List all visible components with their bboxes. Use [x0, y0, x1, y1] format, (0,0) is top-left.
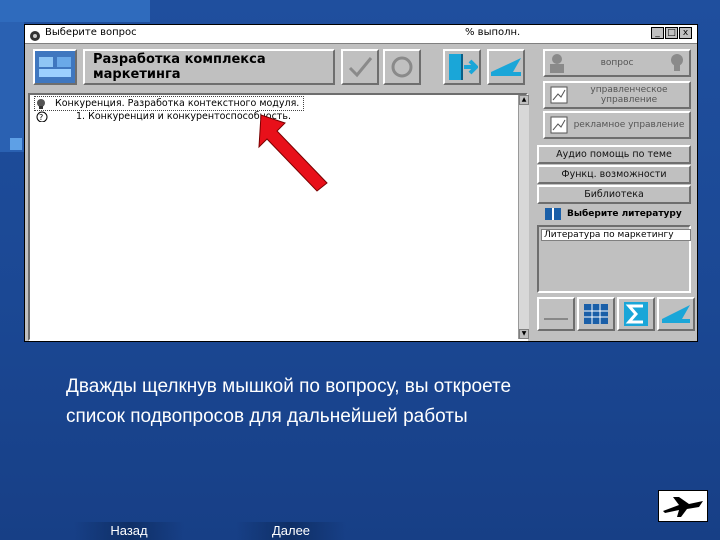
advertising-button[interactable]: рекламное управление	[543, 111, 691, 139]
pointer-arrow-icon	[258, 114, 328, 192]
back-nav-button[interactable]: Назад	[74, 522, 184, 540]
literature-header: Выберите литературу	[539, 205, 689, 223]
window-titlebar: Выберите вопрос % выполн. _ □ x	[25, 25, 697, 44]
literature-header-label: Выберите литературу	[567, 209, 682, 219]
management-button-label: управленческое управление	[590, 85, 668, 105]
slide-caption: Дважды щелкнув мышкой по вопросу, вы отк…	[66, 372, 686, 432]
lightbulb-icon	[37, 99, 45, 109]
question-button-label: вопрос	[600, 58, 634, 68]
confirm-button[interactable]	[341, 49, 379, 85]
management-button[interactable]: управленческое управление	[543, 81, 691, 109]
refresh-button[interactable]	[383, 49, 421, 85]
slide-decoration-top	[0, 0, 150, 22]
question-text: Конкуренция. Разработка контекстного мод…	[55, 98, 300, 109]
window-title: Выберите вопрос	[45, 27, 137, 38]
notes-icon	[544, 318, 568, 320]
app-icon	[29, 27, 41, 41]
audio-help-button[interactable]: Аудио помощь по теме	[537, 145, 691, 164]
next-nav-button[interactable]: Далее	[236, 522, 346, 540]
slide-decoration-square	[10, 138, 22, 150]
sigma-icon	[624, 302, 648, 326]
back-arrow-button[interactable]	[657, 297, 695, 331]
percent-label: % выполн.	[465, 27, 521, 38]
question-button[interactable]: вопрос	[543, 49, 691, 77]
return-button[interactable]	[487, 49, 525, 85]
chart-icon	[550, 86, 568, 104]
checkmark-icon	[348, 57, 373, 78]
scroll-up-button[interactable]: ▲	[519, 95, 529, 105]
notes-button[interactable]	[537, 297, 575, 331]
question-mark-icon: ?	[36, 111, 48, 122]
list-scrollbar[interactable]: ▲ ▼	[518, 95, 529, 339]
minimize-button[interactable]: _	[651, 27, 664, 39]
close-button[interactable]: x	[679, 27, 692, 39]
person-icon	[550, 54, 564, 73]
caption-line-1: Дважды щелкнув мышкой по вопросу, вы отк…	[66, 376, 512, 397]
book-icon	[545, 208, 561, 220]
table-button[interactable]	[577, 297, 615, 331]
sum-button[interactable]	[617, 297, 655, 331]
question-item[interactable]: Конкуренция. Разработка контекстного мод…	[34, 96, 305, 111]
chart-icon	[550, 116, 568, 134]
table-icon	[584, 304, 608, 324]
literature-selected[interactable]: Литература по маркетингу	[541, 229, 691, 241]
arrow-left-icon	[491, 58, 521, 76]
arrow-left-icon	[662, 305, 690, 323]
question-item[interactable]: ? 1. Конкуренция и конкурентоспособность…	[34, 110, 291, 123]
advertising-button-label: рекламное управление	[573, 120, 685, 130]
literature-list[interactable]: Литература по маркетингу	[537, 225, 691, 293]
module-title: Разработка комплекса маркетинга	[83, 49, 335, 85]
svg-text:?: ?	[39, 113, 43, 122]
features-button[interactable]: Функц. возможности	[537, 165, 691, 184]
slide-decoration-left	[0, 22, 24, 152]
caption-line-2: список подвопросов для дальнейшей работы	[66, 406, 468, 427]
scroll-down-button[interactable]: ▼	[519, 329, 529, 339]
lightbulb-icon	[671, 54, 683, 71]
library-button[interactable]: Библиотека	[537, 185, 691, 204]
maximize-button[interactable]: □	[665, 27, 678, 39]
module-icon	[33, 49, 77, 85]
question-window: Выберите вопрос % выполн. _ □ x Разработ…	[24, 24, 698, 342]
door-exit-icon	[449, 54, 478, 80]
airplane-logo-icon	[658, 490, 708, 522]
refresh-icon	[391, 56, 413, 78]
exit-button[interactable]	[443, 49, 481, 85]
